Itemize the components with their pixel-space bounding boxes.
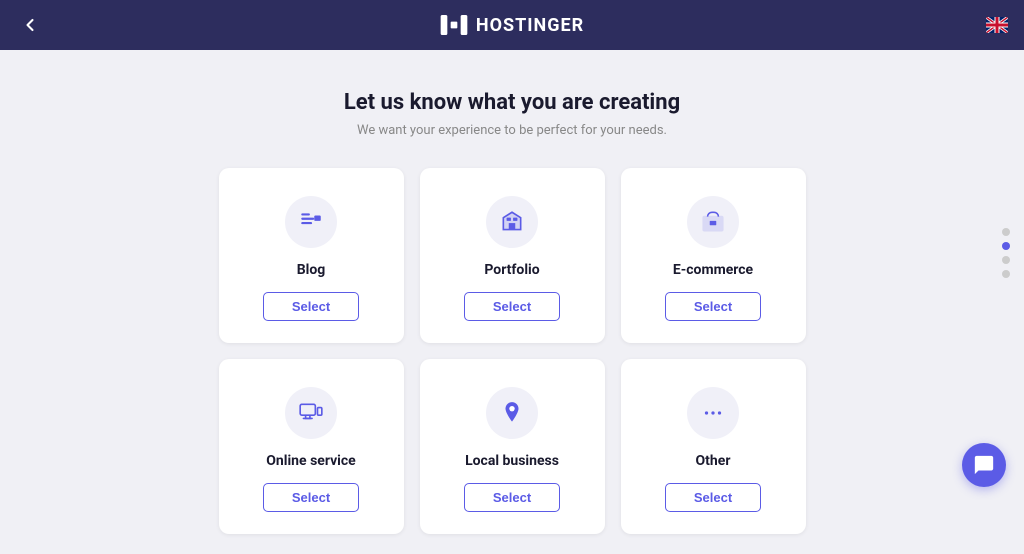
- chat-bubble[interactable]: [962, 443, 1006, 487]
- local-business-icon: [499, 400, 525, 426]
- card-label-other: Other: [696, 453, 731, 469]
- card-label-ecommerce: E-commerce: [673, 262, 753, 278]
- select-button-local-business[interactable]: Select: [464, 483, 560, 512]
- scroll-dot-3: [1002, 256, 1010, 264]
- card-online-service[interactable]: Online service Select: [219, 359, 404, 534]
- page-title: Let us know what you are creating: [344, 90, 680, 115]
- other-icon: [700, 400, 726, 426]
- ecommerce-icon: [700, 209, 726, 235]
- back-button[interactable]: [20, 15, 40, 35]
- card-portfolio[interactable]: Portfolio Select: [420, 168, 605, 343]
- logo: HOSTINGER: [440, 15, 584, 36]
- card-icon-wrapper-ecommerce: [687, 196, 739, 248]
- card-icon-wrapper-other: [687, 387, 739, 439]
- card-label-portfolio: Portfolio: [484, 262, 539, 278]
- chat-bubble-icon: [973, 454, 995, 476]
- scroll-dots: [1002, 228, 1010, 278]
- card-icon-wrapper-blog: [285, 196, 337, 248]
- language-selector[interactable]: [986, 17, 1008, 33]
- select-button-other[interactable]: Select: [665, 483, 761, 512]
- card-blog[interactable]: Blog Select: [219, 168, 404, 343]
- page-subtitle: We want your experience to be perfect fo…: [357, 123, 667, 138]
- scroll-dot-2: [1002, 242, 1010, 250]
- card-other[interactable]: Other Select: [621, 359, 806, 534]
- card-icon-wrapper-local-business: [486, 387, 538, 439]
- card-icon-wrapper-portfolio: [486, 196, 538, 248]
- card-ecommerce[interactable]: E-commerce Select: [621, 168, 806, 343]
- card-label-online-service: Online service: [266, 453, 355, 469]
- select-button-blog[interactable]: Select: [263, 292, 359, 321]
- card-icon-wrapper-online-service: [285, 387, 337, 439]
- logo-icon: [440, 15, 468, 35]
- main-content: Let us know what you are creating We wan…: [0, 50, 1024, 554]
- logo-text: HOSTINGER: [476, 15, 584, 36]
- select-button-ecommerce[interactable]: Select: [665, 292, 761, 321]
- header: HOSTINGER: [0, 0, 1024, 50]
- scroll-dot-4: [1002, 270, 1010, 278]
- select-button-portfolio[interactable]: Select: [464, 292, 560, 321]
- card-label-local-business: Local business: [465, 453, 559, 469]
- select-button-online-service[interactable]: Select: [263, 483, 359, 512]
- card-local-business[interactable]: Local business Select: [420, 359, 605, 534]
- portfolio-icon: [499, 209, 525, 235]
- cards-grid: Blog Select Portfolio Select: [219, 168, 806, 534]
- card-label-blog: Blog: [297, 262, 326, 278]
- online-service-icon: [298, 400, 324, 426]
- scroll-dot-1: [1002, 228, 1010, 236]
- blog-icon: [298, 209, 324, 235]
